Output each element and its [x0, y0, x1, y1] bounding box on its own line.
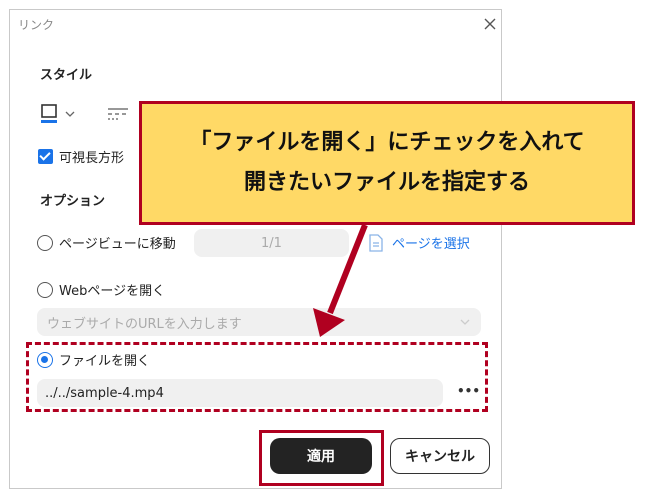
apply-button-highlight: [259, 430, 384, 486]
annotation-arrow: [313, 223, 368, 337]
file-option-highlight: [26, 342, 488, 412]
